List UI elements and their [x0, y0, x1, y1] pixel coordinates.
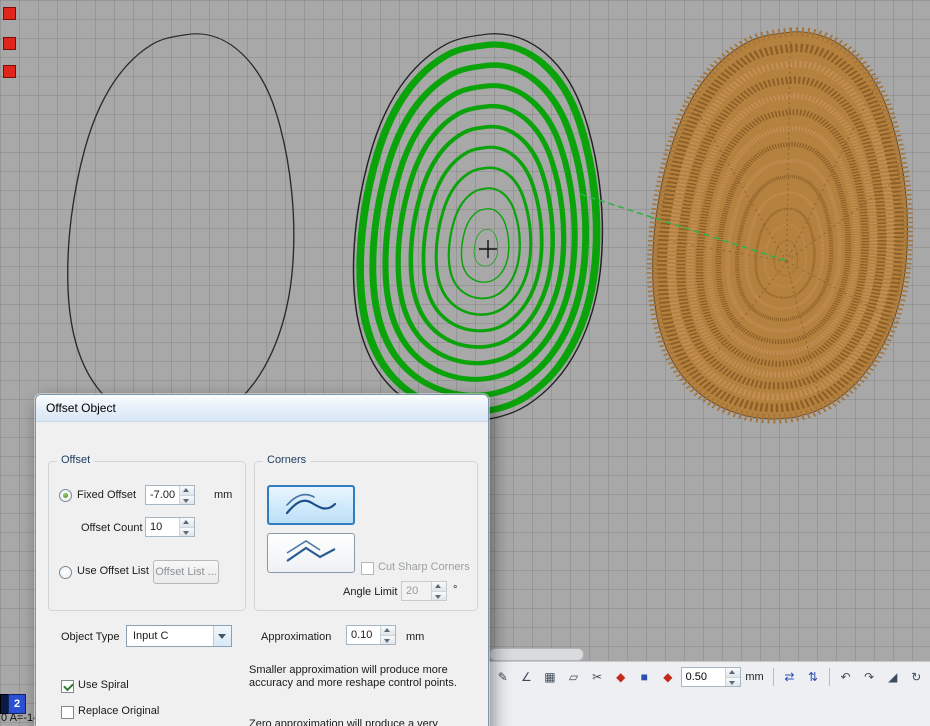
fixed-offset-radio[interactable] — [59, 489, 72, 502]
stitch-length-unit: mm — [745, 671, 763, 683]
corners-group: Corners Cut Sharp Corners Angle Limit — [254, 461, 478, 611]
round-corners-icon — [282, 491, 340, 519]
offset-group-label: Offset — [57, 454, 94, 466]
dialog-title[interactable]: Offset Object — [36, 395, 488, 422]
use-offset-list-label: Use Offset List — [77, 565, 149, 577]
spinner-up-icon[interactable] — [180, 518, 194, 528]
angle-limit-unit: ° — [453, 584, 457, 596]
object-type-dropdown[interactable]: Input C — [126, 625, 232, 647]
cut-sharp-corners-checkbox[interactable] — [361, 562, 374, 575]
stitch-angle-icon[interactable]: ∠ — [516, 666, 538, 688]
approximation-value[interactable]: 0.10 — [347, 626, 380, 644]
application-window: ✎ ∠ ▦ ▱ ✂ ◆ ■ ◆ 0.50 mm ⇄ ⇅ ↶ ↷ ◢ ↻ 2 0 … — [0, 0, 930, 726]
approximation-spinner[interactable]: 0.10 — [346, 625, 396, 645]
chevron-down-icon[interactable] — [213, 626, 231, 646]
stitched-object[interactable] — [653, 32, 909, 419]
angle-limit-spinner[interactable]: 20 — [401, 581, 447, 601]
outline-object[interactable] — [68, 34, 294, 427]
spinner-down-icon[interactable] — [726, 678, 740, 687]
offset-list-button[interactable]: Offset List ... — [153, 560, 219, 584]
sharp-corners-button[interactable] — [267, 533, 355, 573]
spinner-arrows[interactable] — [431, 582, 446, 600]
approximation-unit: mm — [406, 631, 424, 643]
sharp-corners-icon — [282, 539, 340, 567]
skew-icon[interactable]: ◢ — [882, 666, 904, 688]
object-marker-2[interactable] — [3, 37, 16, 50]
rotate-left-icon[interactable]: ↶ — [835, 666, 857, 688]
offset-count-value[interactable]: 10 — [146, 518, 179, 536]
cut-sharp-corners-label: Cut Sharp Corners — [378, 561, 470, 573]
crosshair-cursor — [479, 240, 497, 258]
spinner-up-icon[interactable] — [726, 668, 740, 678]
reshape-tool-icon[interactable]: ✎ — [492, 666, 514, 688]
trim-icon[interactable]: ✂ — [586, 666, 608, 688]
rotate-repeat-icon[interactable]: ↻ — [906, 666, 928, 688]
stitch-length-value[interactable]: 0.50 — [682, 668, 726, 686]
use-spiral-checkbox[interactable] — [61, 680, 74, 693]
offset-count-spinner[interactable]: 10 — [145, 517, 195, 537]
use-spiral-label: Use Spiral — [78, 679, 129, 691]
offset-object[interactable] — [353, 34, 602, 420]
bottom-toolbar: ✎ ∠ ▦ ▱ ✂ ◆ ■ ◆ 0.50 mm ⇄ ⇅ ↶ ↷ ◢ ↻ — [487, 661, 930, 726]
mirror-vertical-icon[interactable]: ⇅ — [802, 666, 824, 688]
object-marker-1[interactable] — [3, 7, 16, 20]
fixed-offset-spinner[interactable]: -7.00 — [145, 485, 195, 505]
node-point-icon[interactable]: ◆ — [610, 666, 632, 688]
offset-group: Offset Fixed Offset -7.00 mm Offset Coun… — [48, 461, 246, 611]
spinner-arrows[interactable] — [179, 486, 194, 504]
horizontal-scrollbar[interactable] — [489, 648, 584, 661]
toolbar-separator — [829, 668, 830, 686]
spinner-up-icon[interactable] — [381, 626, 395, 636]
approximation-help-text: Smaller approximation will produce more … — [249, 664, 483, 690]
spinner-arrows[interactable] — [380, 626, 395, 644]
spinner-arrows[interactable] — [725, 668, 740, 686]
corners-group-label: Corners — [263, 454, 310, 466]
replace-original-label: Replace Original — [78, 705, 159, 717]
fixed-offset-unit: mm — [214, 489, 232, 501]
round-corners-button[interactable] — [267, 485, 355, 525]
object-marker-3[interactable] — [3, 65, 16, 78]
fill-pattern-icon[interactable]: ▦ — [539, 666, 561, 688]
stitch-length-spinner[interactable]: 0.50 — [681, 667, 742, 687]
spinner-down-icon[interactable] — [180, 496, 194, 505]
object-type-value: Input C — [127, 626, 213, 646]
rotate-right-icon[interactable]: ↷ — [858, 666, 880, 688]
angle-limit-label: Angle Limit — [343, 586, 397, 598]
spinner-arrows[interactable] — [179, 518, 194, 536]
object-type-label: Object Type — [61, 631, 120, 643]
mirror-horizontal-icon[interactable]: ⇄ — [779, 666, 801, 688]
zero-approximation-help-text: Zero approximation will produce a very a… — [249, 718, 483, 726]
spinner-down-icon[interactable] — [381, 636, 395, 645]
remove-overlap-icon[interactable]: ▱ — [563, 666, 585, 688]
entry-point-icon[interactable]: ■ — [633, 666, 655, 688]
fixed-offset-value[interactable]: -7.00 — [146, 486, 179, 504]
spinner-down-icon[interactable] — [432, 592, 446, 601]
exit-point-icon[interactable]: ◆ — [657, 666, 679, 688]
approximation-label: Approximation — [261, 631, 331, 643]
angle-limit-value[interactable]: 20 — [402, 582, 431, 600]
offset-object-dialog: Offset Object Offset Fixed Offset -7.00 … — [35, 394, 489, 726]
use-offset-list-radio[interactable] — [59, 566, 72, 579]
status-coordinates: 0 A=-14 — [1, 712, 39, 724]
toolbar-separator — [773, 668, 774, 686]
spinner-down-icon[interactable] — [180, 528, 194, 537]
spinner-up-icon[interactable] — [180, 486, 194, 496]
fixed-offset-label: Fixed Offset — [77, 489, 136, 501]
palette-chip-current[interactable]: 2 — [8, 694, 26, 714]
spinner-up-icon[interactable] — [432, 582, 446, 592]
offset-count-label: Offset Count — [81, 522, 143, 534]
replace-original-checkbox[interactable] — [61, 706, 74, 719]
